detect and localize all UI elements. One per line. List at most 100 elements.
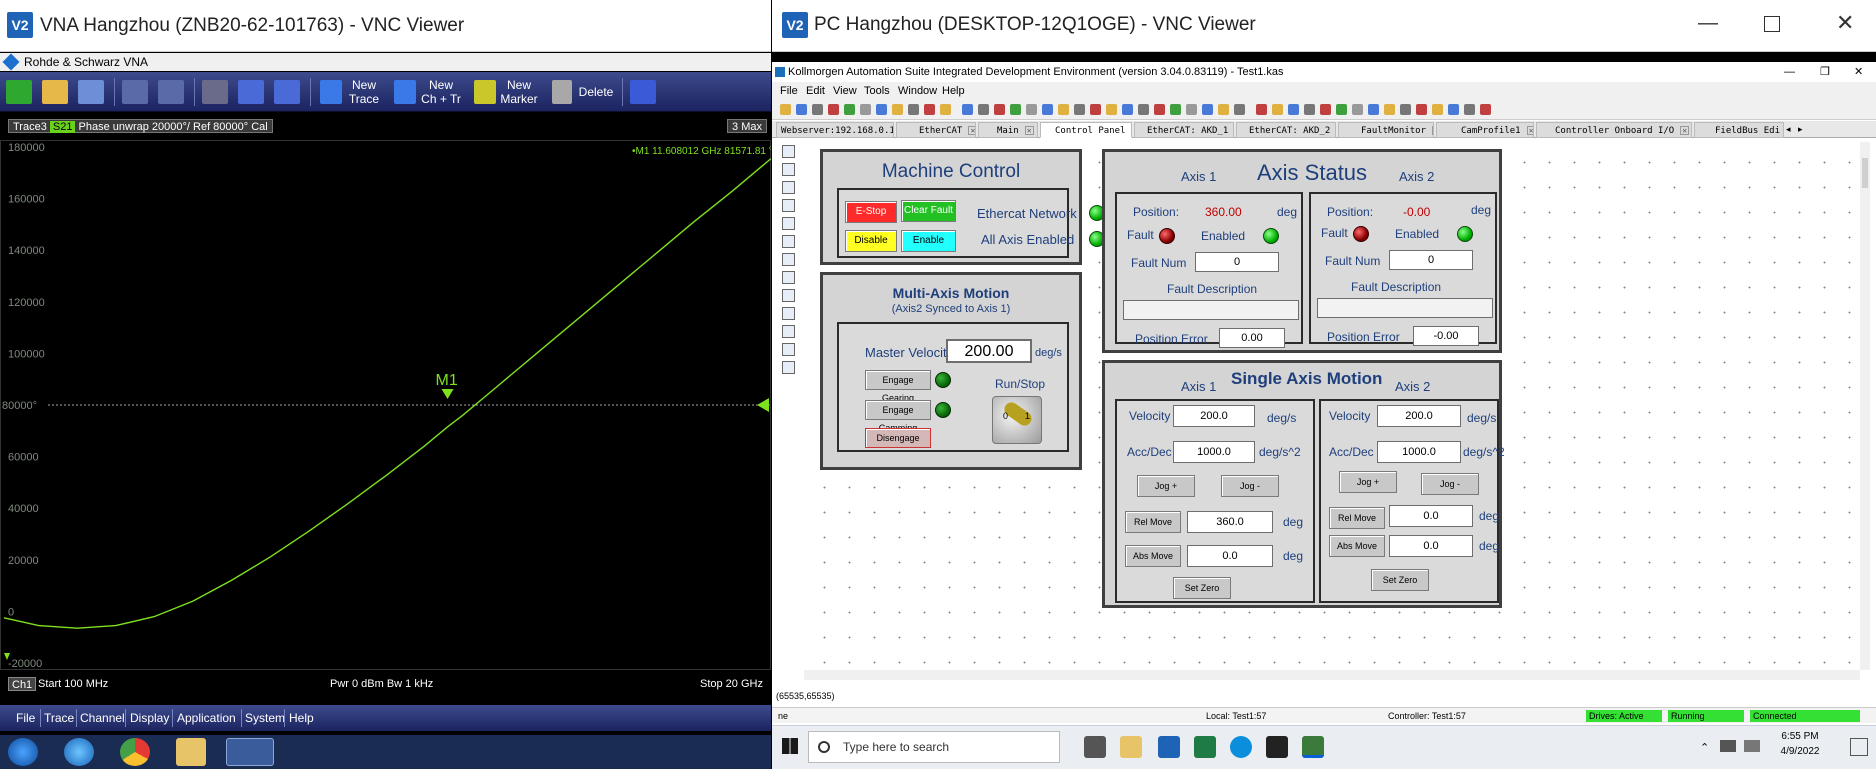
add-icon[interactable] <box>6 80 32 104</box>
toolbar-tool-icon[interactable] <box>1256 104 1267 115</box>
axis2-jog-plus-button[interactable]: Jog + <box>1339 471 1397 493</box>
engage-camming-button[interactable]: Engage Camming <box>865 400 931 433</box>
disengage-button[interactable]: Disengage <box>865 428 931 448</box>
clear-fault-button[interactable]: Clear Fault <box>901 200 956 222</box>
axis2-jog-minus-button[interactable]: Jog - <box>1421 473 1479 495</box>
tab-close-icon[interactable]: ✕ <box>1024 126 1034 135</box>
axis1-set-zero-button[interactable]: Set Zero <box>1173 577 1231 599</box>
toolbar-tool-icon[interactable] <box>908 104 919 115</box>
kas-minimize-icon[interactable]: — <box>1784 63 1795 81</box>
horizontal-scrollbar[interactable] <box>804 670 1860 680</box>
axis1-rel-move-input[interactable]: 360.0 <box>1187 511 1273 533</box>
tab-camprofile1[interactable]: CamProfile1 ✕ <box>1436 122 1534 138</box>
redo-icon[interactable] <box>158 80 184 104</box>
toolbar-tool-icon[interactable] <box>860 104 871 115</box>
toolbar-tool-icon[interactable] <box>1202 104 1213 115</box>
axis2-abs-move-button[interactable]: Abs Move <box>1329 535 1385 557</box>
toolbar-tool-icon[interactable] <box>1320 104 1331 115</box>
menu-help[interactable]: Help <box>289 705 314 731</box>
side-tool-icon[interactable] <box>782 343 795 356</box>
axis1-jog-plus-button[interactable]: Jog + <box>1137 475 1195 497</box>
axis1-abs-move-input[interactable]: 0.0 <box>1187 545 1273 567</box>
toolbar-tool-icon[interactable] <box>1010 104 1021 115</box>
tab-close-icon[interactable]: ✕ <box>1526 126 1533 135</box>
trace-tag[interactable]: Trace3 S21 Phase unwrap 20000°/ Ref 8000… <box>8 119 273 133</box>
tab-ethercat-akd2[interactable]: EtherCAT: AKD_2✕ <box>1236 122 1336 138</box>
axis2-abs-move-input[interactable]: 0.0 <box>1389 535 1473 557</box>
toolbar-tool-icon[interactable] <box>1090 104 1101 115</box>
start-orb-icon[interactable] <box>8 738 38 766</box>
toolbar-tool-icon[interactable] <box>1416 104 1427 115</box>
toolbar-tool-icon[interactable] <box>1304 104 1315 115</box>
toolbar-tool-icon[interactable] <box>1384 104 1395 115</box>
kas-menu-file[interactable]: File <box>780 82 798 100</box>
side-tool-icon[interactable] <box>782 145 795 158</box>
taskbar-search[interactable]: Type here to search <box>808 731 1060 763</box>
side-tool-icon[interactable] <box>782 163 795 176</box>
side-tool-icon[interactable] <box>782 289 795 302</box>
maximize-icon[interactable] <box>1764 16 1780 32</box>
axis2-velocity-input[interactable]: 200.0 <box>1377 405 1461 427</box>
menu-system[interactable]: System <box>245 705 285 731</box>
vna-vnc-titlebar[interactable]: V2 VNA Hangzhou (ZNB20-62-101763) - VNC … <box>0 0 771 52</box>
toolbar-tool-icon[interactable] <box>1448 104 1459 115</box>
explorer-folder-icon[interactable] <box>176 738 206 766</box>
zoom-icon[interactable] <box>238 80 264 104</box>
tab-webserver[interactable]: Webserver:192.168.0.105✕ <box>776 122 894 138</box>
tab-faultmonitor[interactable]: FaultMonitor✕ <box>1338 122 1434 138</box>
toolbar-tool-icon[interactable] <box>1170 104 1181 115</box>
toolbar-tool-icon[interactable] <box>940 104 951 115</box>
tab-close-icon[interactable]: ✕ <box>968 126 975 135</box>
enable-button[interactable]: Enable <box>901 230 956 252</box>
tab-fieldbus[interactable]: FieldBus Edi <box>1694 122 1784 138</box>
side-tool-icon[interactable] <box>782 271 795 284</box>
tab-ethercat[interactable]: EtherCAT ✕ <box>896 122 976 138</box>
kas-menu-window[interactable]: Window <box>898 82 937 100</box>
toolbar-tool-icon[interactable] <box>1288 104 1299 115</box>
edge-icon[interactable] <box>1230 736 1252 758</box>
tab-onboard-io[interactable]: Controller Onboard I/O ✕ <box>1536 122 1692 138</box>
toolbar-tool-icon[interactable] <box>844 104 855 115</box>
task-view-icon[interactable] <box>1084 736 1106 758</box>
tab-main[interactable]: Main ✕ <box>978 122 1038 138</box>
zoom-window-icon[interactable] <box>274 80 300 104</box>
save-icon[interactable] <box>78 80 104 104</box>
toolbar-tool-icon[interactable] <box>1058 104 1069 115</box>
tab-close-icon[interactable]: ✕ <box>1131 126 1132 135</box>
axis2-set-zero-button[interactable]: Set Zero <box>1371 569 1429 591</box>
tab-close-icon[interactable]: ✕ <box>1432 126 1433 135</box>
axis1-abs-move-button[interactable]: Abs Move <box>1125 545 1181 567</box>
close-icon[interactable]: ✕ <box>1836 10 1854 36</box>
side-tool-icon[interactable] <box>782 307 795 320</box>
vertical-scrollbar[interactable] <box>1860 142 1870 670</box>
menu-trace[interactable]: Trace <box>44 705 74 731</box>
tab-scroll-left-icon[interactable]: ◂ <box>1786 124 1791 135</box>
kas-close-icon[interactable]: ✕ <box>1854 63 1863 81</box>
toolbar-tool-icon[interactable] <box>1368 104 1379 115</box>
vertical-scroll-thumb[interactable] <box>1862 158 1868 188</box>
axis1-velocity-input[interactable]: 200.0 <box>1173 405 1255 427</box>
vna-app-taskbar-icon[interactable] <box>226 738 274 766</box>
max-tag[interactable]: 3 Max <box>727 119 767 133</box>
toolbar-tool-icon[interactable] <box>1234 104 1245 115</box>
tray-chevron-icon[interactable]: ⌃ <box>1700 741 1709 754</box>
toolbar-tool-icon[interactable] <box>994 104 1005 115</box>
toolbar-tool-icon[interactable] <box>978 104 989 115</box>
toolbar-tool-icon[interactable] <box>1154 104 1165 115</box>
toolbar-tool-icon[interactable] <box>1480 104 1491 115</box>
toolbar-tool-icon[interactable] <box>1272 104 1283 115</box>
new-marker-button[interactable]: New Marker <box>496 78 542 106</box>
tab-ethercat-akd1[interactable]: EtherCAT: AKD_1✕ <box>1134 122 1234 138</box>
toolbar-tool-icon[interactable] <box>1352 104 1363 115</box>
tray-network-icon[interactable] <box>1720 740 1736 752</box>
tray-date[interactable]: 4/9/2022 <box>1772 746 1828 757</box>
menu-application[interactable]: Application <box>177 705 236 731</box>
side-tool-icon[interactable] <box>782 199 795 212</box>
zoom-1-1-icon[interactable] <box>202 80 228 104</box>
delete-button[interactable]: Delete <box>576 85 616 99</box>
axis2-rel-move-input[interactable]: 0.0 <box>1389 505 1473 527</box>
toolbar-tool-icon[interactable] <box>1336 104 1347 115</box>
axis1-accdec-input[interactable]: 1000.0 <box>1173 441 1255 463</box>
kas-menu-edit[interactable]: Edit <box>806 82 825 100</box>
toolbar-tool-icon[interactable] <box>1218 104 1229 115</box>
